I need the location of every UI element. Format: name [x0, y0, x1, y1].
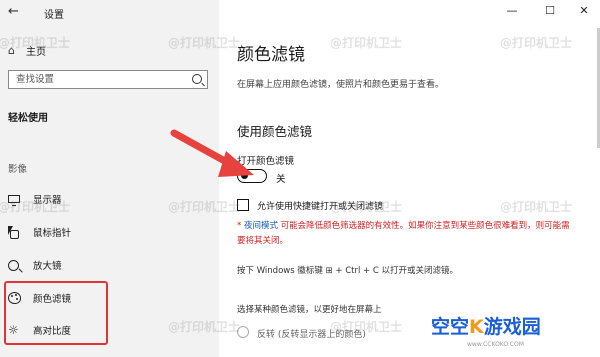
sidebar-item-magnifier[interactable]: 放大镜: [8, 255, 62, 275]
watermark: @打印机卫士: [0, 200, 71, 214]
watermark: @打印机卫士: [330, 200, 403, 214]
toggle-state-text: 关: [276, 174, 286, 185]
sidebar-item-mouse-pointer[interactable]: 鼠标指针: [8, 222, 71, 242]
main-panel: 颜色滤镜 在屏幕上应用颜色滤镜，使照片和颜色更易于查看。 使用颜色滤镜 打开颜色…: [219, 0, 600, 357]
site-logo: 空空K游戏园: [431, 316, 541, 338]
search-icon[interactable]: [192, 74, 202, 84]
mouse-pointer-icon: [8, 226, 19, 239]
watermark: @打印机卫士: [500, 200, 573, 214]
search-box[interactable]: [8, 70, 208, 89]
section-heading: 轻松使用: [8, 113, 48, 124]
watermark: @打印机卫士: [168, 200, 241, 214]
annotation-arrow-icon: [170, 129, 254, 177]
watermark: @打印机卫士: [330, 36, 403, 50]
sidebar-item-label: 放大镜: [33, 261, 62, 272]
watermark: @打印机卫士: [168, 36, 241, 50]
page-title: 颜色滤镜: [237, 45, 305, 65]
watermark: @打印机卫士: [500, 36, 573, 50]
watermark: @打印机卫士: [330, 320, 403, 334]
night-mode-link[interactable]: 夜间模式: [244, 221, 278, 231]
highlight-box: [4, 281, 108, 345]
choose-filter-text: 选择某种颜色滤镜，以更好地在屏幕上: [237, 305, 382, 315]
logo-url: www.CCKOKO.COM: [467, 341, 524, 348]
group-label: 影像: [8, 164, 28, 175]
sidebar-item-label: 鼠标指针: [33, 228, 72, 239]
shortcut-hint: 按下 Windows 徽标键 ⊞ + Ctrl + C 以打开或关闭滤镜。: [237, 266, 458, 276]
page-description: 在屏幕上应用颜色滤镜，使照片和颜色更易于查看。: [237, 80, 445, 90]
magnifier-icon: [8, 259, 19, 271]
night-mode-warning: * 夜间模式 可能会降低颜色筛选器的有效性。如果你注意到某些颜色很难看到，则可能…: [237, 221, 570, 246]
app-title: 设置: [44, 10, 64, 21]
watermark: @打印机卫士: [0, 36, 71, 50]
search-input[interactable]: [14, 73, 188, 86]
watermark: @打印机卫士: [168, 320, 241, 334]
scrollbar[interactable]: [596, 20, 600, 357]
back-arrow-icon[interactable]: ←: [8, 4, 24, 20]
